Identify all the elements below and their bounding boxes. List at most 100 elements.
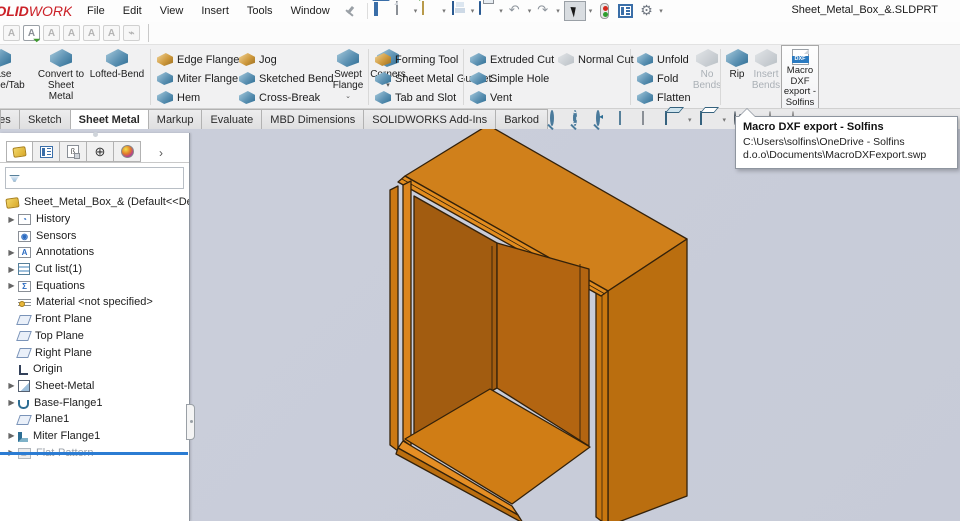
menu-view[interactable]: View xyxy=(153,3,191,19)
panel-splitter-handle[interactable] xyxy=(186,404,195,440)
macro-toolbar-icon[interactable]: A xyxy=(63,25,80,41)
expand-arrow-icon[interactable]: ▶ xyxy=(7,265,16,274)
home-icon[interactable] xyxy=(372,2,390,20)
macro-toolbar-icon[interactable]: A xyxy=(43,25,60,41)
macro-toolbar-icon[interactable]: ⌁ xyxy=(123,25,140,41)
tree-item-miter-flange1[interactable]: ▶ Miter Flange1 xyxy=(0,428,189,445)
convert-to-sheet-metal-button[interactable]: Convert to Sheet Metal xyxy=(36,45,86,107)
chevron-down-icon[interactable]: ▾ xyxy=(442,7,446,15)
forming-tool-button[interactable]: Forming Tool xyxy=(372,50,462,69)
cross-break-button[interactable]: Cross-Break xyxy=(236,88,328,107)
expand-arrow-icon[interactable]: ▶ xyxy=(7,281,16,290)
lofted-bend-button[interactable]: Lofted-Bend xyxy=(86,45,148,107)
tree-item-sheet-metal[interactable]: ▶ Sheet-Metal xyxy=(0,378,189,395)
edge-flange-button[interactable]: Edge Flange xyxy=(154,50,239,69)
unfold-button[interactable]: Unfold xyxy=(634,50,692,69)
dynamic-annotation-views-icon[interactable] xyxy=(642,111,658,128)
tree-item-origin[interactable]: ▶Origin xyxy=(0,361,189,378)
tab-dimxpertmanager[interactable]: ⊕ xyxy=(87,141,114,162)
chevron-down-icon[interactable]: ▾ xyxy=(499,7,503,15)
chevron-down-icon[interactable]: ▾ xyxy=(688,116,692,124)
rebuild-traffic-light-icon[interactable] xyxy=(600,3,610,19)
tree-item-sensors[interactable]: ▶◉Sensors xyxy=(0,227,189,244)
previous-view-icon[interactable]: ◂ xyxy=(596,110,612,128)
tab-propertymanager[interactable] xyxy=(33,141,60,162)
menu-window[interactable]: Window xyxy=(284,3,337,19)
tab-sketch[interactable]: Sketch xyxy=(20,109,71,130)
menu-insert[interactable]: Insert xyxy=(194,3,236,19)
chevron-down-icon[interactable]: ▾ xyxy=(471,7,475,15)
chevron-down-icon[interactable]: ▾ xyxy=(556,7,560,15)
save-icon[interactable] xyxy=(450,1,468,20)
tree-item-cut-list[interactable]: ▶ Cut list(1) xyxy=(0,261,189,278)
sketched-bend-button[interactable]: Sketched Bend xyxy=(236,69,334,88)
tree-filter-input[interactable] xyxy=(20,169,183,187)
tree-item-material[interactable]: ▶Material <not specified> xyxy=(0,294,189,311)
flatten-button[interactable]: Flatten xyxy=(634,88,692,107)
chevron-down-icon[interactable]: ▾ xyxy=(723,116,727,124)
macro-toolbar-icon[interactable]: A xyxy=(103,25,120,41)
chevron-down-icon[interactable]: ▾ xyxy=(528,7,532,15)
expand-arrow-icon[interactable]: ▶ xyxy=(7,381,16,390)
view-orientation-icon[interactable] xyxy=(665,111,681,128)
tree-item-annotations[interactable]: ▶ A Annotations xyxy=(0,244,189,261)
sheet-metal-gusset-button[interactable]: Sheet Metal Gusset xyxy=(372,69,492,88)
tab-barkod[interactable]: Barkod xyxy=(496,109,549,130)
panel-drag-handle[interactable] xyxy=(93,132,98,137)
section-view-icon[interactable] xyxy=(619,111,635,128)
tree-item-right-plane[interactable]: ▶Right Plane xyxy=(0,344,189,361)
fold-button[interactable]: Fold xyxy=(634,69,692,88)
undo-icon[interactable] xyxy=(507,2,525,20)
tree-item-front-plane[interactable]: ▶Front Plane xyxy=(0,311,189,328)
tab-features[interactable]: Features xyxy=(0,109,20,130)
redo-icon[interactable] xyxy=(535,2,553,20)
tree-item-history[interactable]: ▶ ◔ History xyxy=(0,211,189,228)
rip-button[interactable]: Rip xyxy=(723,45,751,107)
zoom-to-fit-icon[interactable] xyxy=(550,110,566,128)
menu-file[interactable]: File xyxy=(80,3,112,19)
tab-displaymanager[interactable] xyxy=(114,141,141,162)
tab-evaluate[interactable]: Evaluate xyxy=(202,109,263,130)
tree-root-part[interactable]: Sheet_Metal_Box_& (Default<<Default> xyxy=(0,194,189,211)
jog-button[interactable]: Jog xyxy=(236,50,328,69)
tab-configurationmanager[interactable]: ß xyxy=(60,141,87,162)
tree-item-plane1[interactable]: ▶Plane1 xyxy=(0,411,189,428)
tab-and-slot-button[interactable]: Tab and Slot xyxy=(372,88,462,107)
tab-sheet-metal[interactable]: Sheet Metal xyxy=(70,109,149,130)
tab-featuremanager-tree[interactable] xyxy=(6,141,33,162)
chevron-down-icon[interactable]: ▾ xyxy=(414,7,418,15)
open-icon[interactable] xyxy=(421,1,439,20)
normal-cut-button[interactable]: Normal Cut xyxy=(555,50,634,69)
tab-mbd-dimensions[interactable]: MBD Dimensions xyxy=(262,109,365,130)
zoom-to-area-icon[interactable] xyxy=(573,110,589,128)
macro-toolbar-icon[interactable]: A xyxy=(83,25,100,41)
simple-hole-button[interactable]: Simple Hole xyxy=(467,69,555,88)
tree-item-base-flange1[interactable]: ▶ Base-Flange1 xyxy=(0,394,189,411)
vent-button[interactable]: Vent xyxy=(467,88,555,107)
base-flange-tab-button[interactable]: Base Flange/Tab xyxy=(0,45,36,107)
model-3d-sheet-metal-box[interactable] xyxy=(190,129,960,521)
macro-dxf-export-button[interactable]: Macro DXF export - Solfins xyxy=(781,45,819,108)
hem-button[interactable]: Hem xyxy=(154,88,236,107)
tree-item-equations[interactable]: ▶ Σ Equations xyxy=(0,277,189,294)
tree-item-top-plane[interactable]: ▶Top Plane xyxy=(0,328,189,345)
extruded-cut-button[interactable]: Extruded Cut xyxy=(467,50,555,69)
expand-arrow-icon[interactable]: ▶ xyxy=(7,431,16,440)
options-gear-icon[interactable] xyxy=(638,2,656,20)
new-document-icon[interactable] xyxy=(393,1,411,20)
select-tool-button[interactable] xyxy=(563,1,586,21)
display-style-icon[interactable] xyxy=(699,111,716,128)
tab-solidworks-add-ins[interactable]: SOLIDWORKS Add-Ins xyxy=(364,109,497,130)
macro-toolbar-icon[interactable]: A xyxy=(3,25,20,41)
chevron-down-icon[interactable]: ▾ xyxy=(589,7,593,15)
expand-arrow-icon[interactable]: ▶ xyxy=(7,398,16,407)
miter-flange-button[interactable]: Miter Flange xyxy=(154,69,238,88)
expand-arrow-icon[interactable]: ▶ xyxy=(7,248,16,257)
pin-menu-icon[interactable] xyxy=(343,4,357,18)
menu-tools[interactable]: Tools xyxy=(240,3,280,19)
task-pane-icon[interactable] xyxy=(618,4,634,18)
menu-edit[interactable]: Edit xyxy=(116,3,149,19)
chevron-down-icon[interactable]: ▾ xyxy=(659,7,663,15)
macro-toolbar-icon-active[interactable]: A xyxy=(23,25,40,41)
print-icon[interactable] xyxy=(478,1,496,20)
